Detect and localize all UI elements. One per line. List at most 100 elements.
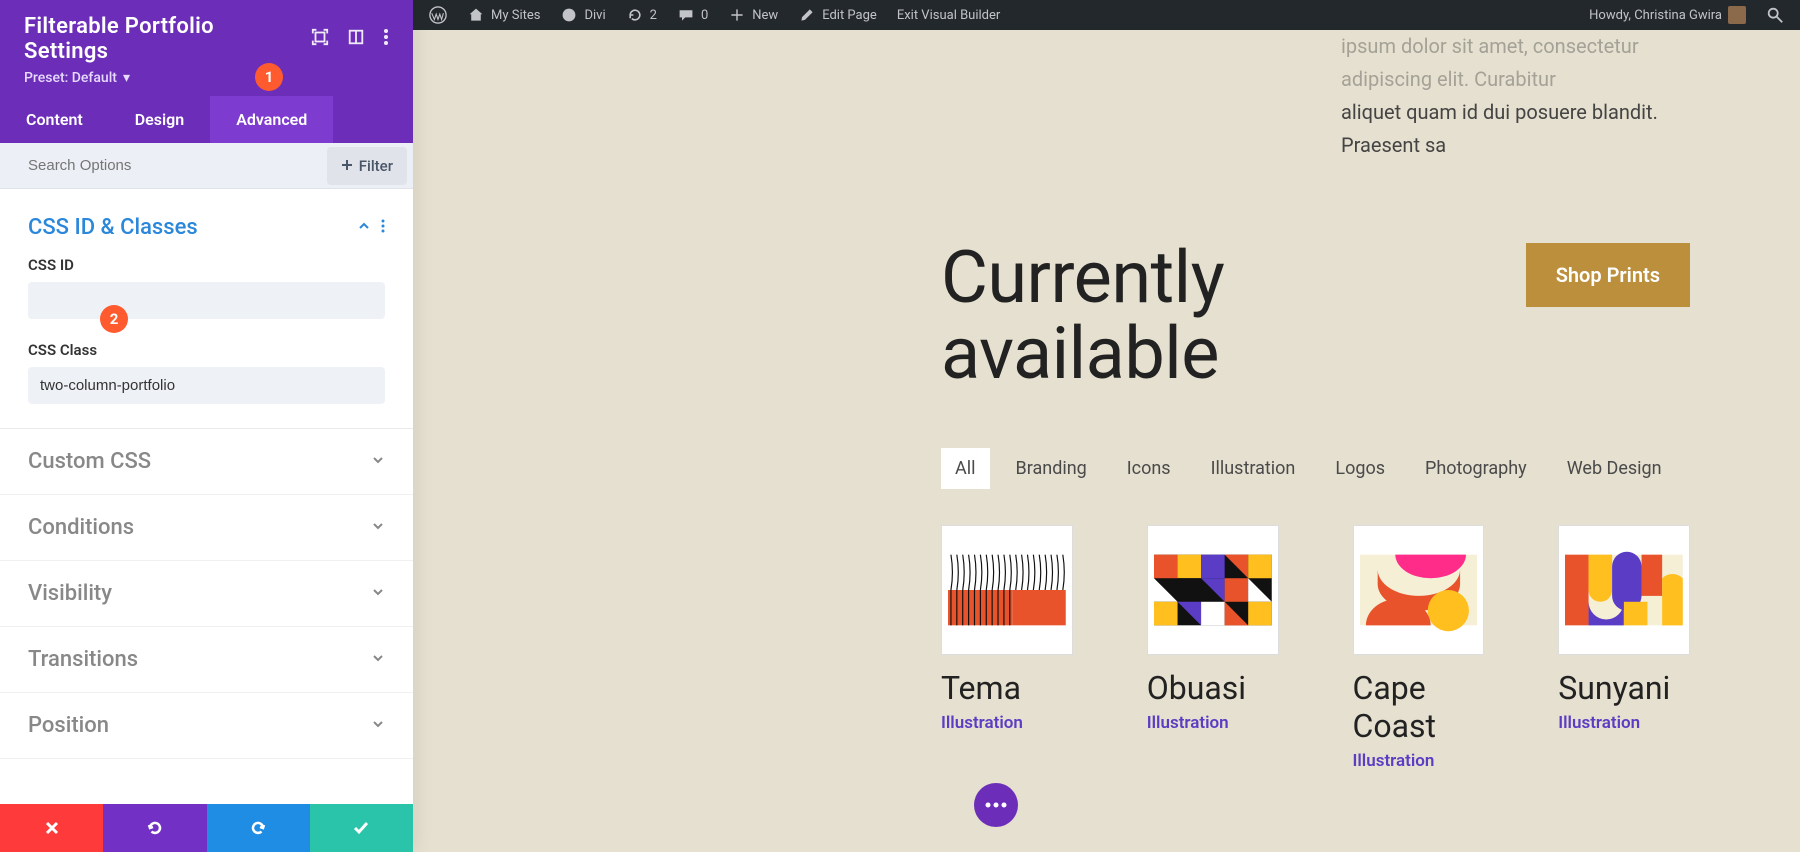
thumbnail: [941, 525, 1073, 655]
section-title: Position: [28, 713, 109, 738]
section-css-id-classes: CSS ID & Classes CSS ID CSS Class: [0, 189, 413, 429]
artwork-obuasi: [1154, 532, 1272, 648]
card-category[interactable]: Illustration: [941, 713, 1073, 733]
divi-link[interactable]: Divi: [550, 0, 615, 30]
cancel-button[interactable]: [0, 804, 103, 852]
plus-small-icon: [341, 157, 353, 175]
divi-fab[interactable]: [974, 783, 1018, 827]
portfolio-card[interactable]: Obuasi Illustration: [1147, 525, 1279, 771]
filter-tab-all[interactable]: All: [941, 448, 990, 489]
thumbnail: [1353, 525, 1485, 655]
filter-tab-icons[interactable]: Icons: [1113, 448, 1185, 489]
chevron-down-icon: [371, 716, 385, 735]
updates-link[interactable]: 2: [616, 0, 667, 30]
exit-vb-label: Exit Visual Builder: [897, 8, 1000, 23]
filter-tab-photography[interactable]: Photography: [1411, 448, 1541, 489]
new-label: New: [752, 8, 778, 23]
filter-button[interactable]: Filter: [327, 147, 407, 185]
edit-page-link[interactable]: Edit Page: [788, 0, 887, 30]
section-custom-css[interactable]: Custom CSS: [0, 429, 413, 495]
exit-vb-link[interactable]: Exit Visual Builder: [887, 0, 1010, 30]
chevron-down-icon: [371, 518, 385, 537]
section-title: Transitions: [28, 647, 138, 672]
portfolio-grid: Tema Illustration: [941, 525, 1690, 771]
divi-label: Divi: [584, 8, 605, 23]
section-conditions[interactable]: Conditions: [0, 495, 413, 561]
card-title: Sunyani: [1558, 669, 1690, 707]
comments-link[interactable]: 0: [667, 0, 718, 30]
wp-admin-bar: My Sites Divi 2 0 New Edit Page Exit Vis…: [413, 0, 1800, 30]
panel-header: Filterable Portfolio Settings Preset: De…: [0, 0, 413, 96]
wordpress-icon: [429, 6, 447, 24]
callout-badge-2: 2: [100, 305, 128, 333]
chevron-down-icon: [371, 452, 385, 471]
section-title: Conditions: [28, 515, 134, 540]
page-heading: Currentlyavailable: [941, 240, 1224, 391]
shop-prints-button[interactable]: Shop Prints: [1526, 243, 1690, 307]
howdy-link[interactable]: Howdy, Christina Gwira: [1579, 0, 1756, 30]
section-transitions[interactable]: Transitions: [0, 627, 413, 693]
heading-line: Currently: [941, 235, 1224, 320]
divi-icon: [560, 6, 578, 24]
card-category[interactable]: Illustration: [1353, 751, 1485, 771]
section-visibility[interactable]: Visibility: [0, 561, 413, 627]
new-link[interactable]: New: [718, 0, 788, 30]
more-vertical-icon[interactable]: [381, 218, 385, 237]
search-toggle[interactable]: [1756, 0, 1794, 30]
portfolio-card[interactable]: Sunyani Illustration: [1558, 525, 1690, 771]
chevron-up-icon: [357, 218, 371, 237]
lorem-line: ipsum dolor sit amet, consectetur adipis…: [1341, 30, 1690, 96]
settings-panel: Filterable Portfolio Settings Preset: De…: [0, 0, 413, 852]
card-category[interactable]: Illustration: [1147, 713, 1279, 733]
section-header-css[interactable]: CSS ID & Classes: [28, 205, 385, 250]
more-icon[interactable]: [383, 28, 389, 50]
expand-icon[interactable]: [311, 28, 329, 50]
user-avatar: [1728, 6, 1746, 24]
portfolio-filters: All Branding Icons Illustration Logos Ph…: [941, 448, 1676, 489]
home-icon: [467, 6, 485, 24]
css-class-label: CSS Class: [28, 341, 385, 359]
callout-badge-1: 1: [255, 63, 283, 91]
edit-page-label: Edit Page: [822, 8, 877, 23]
panel-body: CSS ID & Classes CSS ID CSS Class: [0, 189, 413, 804]
heading-line: available: [941, 311, 1219, 396]
section-title: Custom CSS: [28, 449, 151, 474]
search-icon: [1766, 6, 1784, 24]
filter-label: Filter: [359, 157, 393, 175]
save-button[interactable]: [310, 804, 413, 852]
portfolio-card[interactable]: Tema Illustration: [941, 525, 1073, 771]
card-category[interactable]: Illustration: [1558, 713, 1690, 733]
search-row: Filter: [0, 143, 413, 189]
wp-logo[interactable]: [419, 0, 457, 30]
update-icon: [626, 6, 644, 24]
tab-advanced[interactable]: Advanced: [210, 96, 333, 143]
undo-button[interactable]: [103, 804, 206, 852]
css-id-input[interactable]: [28, 282, 385, 319]
thumbnail: [1147, 525, 1279, 655]
tab-design[interactable]: Design: [109, 96, 210, 143]
filter-tab-webdesign[interactable]: Web Design: [1553, 448, 1676, 489]
thumbnail: [1558, 525, 1690, 655]
dots-icon: [985, 802, 1007, 808]
comment-icon: [677, 6, 695, 24]
filter-tab-illustration[interactable]: Illustration: [1197, 448, 1310, 489]
panel-title: Filterable Portfolio Settings: [24, 14, 299, 64]
hero-lorem: ipsum dolor sit amet, consectetur adipis…: [1341, 30, 1690, 162]
my-sites-label: My Sites: [491, 8, 540, 23]
plus-icon: [728, 6, 746, 24]
filter-tab-branding[interactable]: Branding: [1002, 448, 1101, 489]
preset-selector[interactable]: Preset: Default ▾: [24, 70, 389, 86]
artwork-cape-coast: [1360, 532, 1478, 648]
snap-icon[interactable]: [347, 28, 365, 50]
portfolio-card[interactable]: Cape Coast Illustration: [1353, 525, 1485, 771]
artwork-sunyani: [1565, 532, 1683, 648]
filter-tab-logos[interactable]: Logos: [1321, 448, 1399, 489]
section-position[interactable]: Position: [0, 693, 413, 759]
tab-content[interactable]: Content: [0, 96, 109, 143]
section-title: Visibility: [28, 581, 112, 606]
css-class-input[interactable]: [28, 367, 385, 404]
lorem-line: aliquet quam id dui posuere blandit. Pra…: [1341, 96, 1690, 162]
search-input[interactable]: [0, 143, 327, 188]
my-sites-link[interactable]: My Sites: [457, 0, 550, 30]
redo-button[interactable]: [207, 804, 310, 852]
